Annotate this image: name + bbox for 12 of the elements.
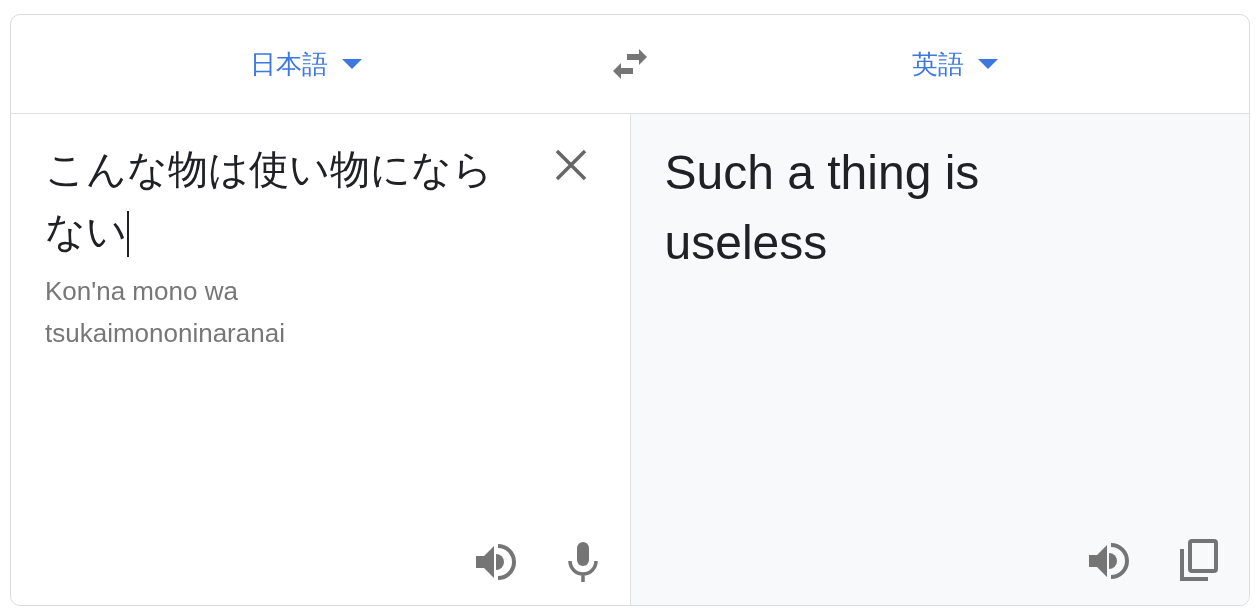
romanization-text: Kon'na mono wa tsukaimononinaranai: [45, 275, 286, 350]
source-text-input[interactable]: こんな物は使い物にならない: [45, 138, 515, 262]
speaker-icon[interactable]: [1087, 541, 1129, 581]
target-language-dropdown[interactable]: 英語: [911, 46, 998, 82]
caret-icon: [977, 59, 998, 69]
source-language-dropdown[interactable]: 日本語: [249, 46, 362, 82]
caret-icon: [341, 59, 362, 69]
translation-text: Such a thing is useless: [664, 145, 981, 271]
close-icon[interactable]: [553, 148, 588, 182]
speaker-icon[interactable]: [473, 542, 516, 582]
copy-icon[interactable]: [1179, 539, 1219, 583]
microphone-icon[interactable]: [565, 541, 600, 583]
